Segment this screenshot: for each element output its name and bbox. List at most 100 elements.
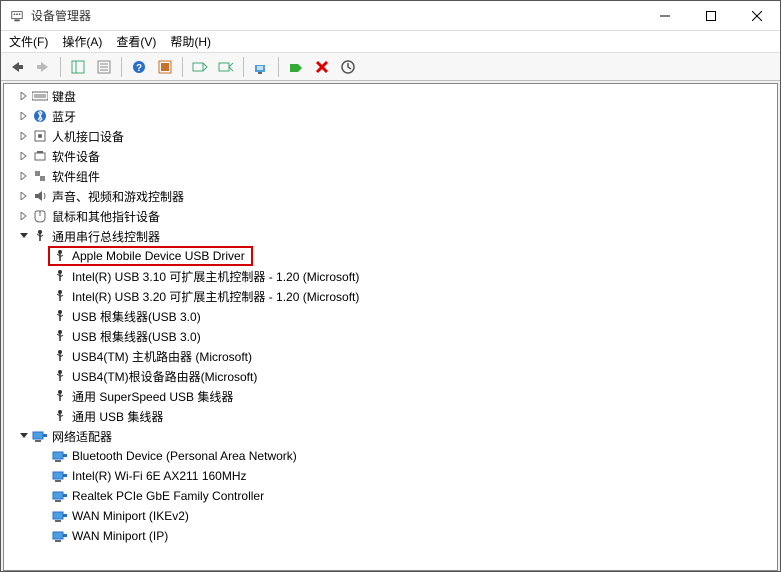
tree-label: USB4(TM) 主机路由器 (Microsoft) [72,348,252,365]
toolbar-separator [243,57,244,77]
update-driver-button[interactable] [249,55,273,79]
maximize-button[interactable] [688,1,734,31]
bluetooth-icon [32,108,48,124]
network-adapter-icon [52,488,68,504]
tree-item-intel-usb310[interactable]: Intel(R) USB 3.10 可扩展主机控制器 - 1.20 (Micro… [24,266,777,286]
tree-category-software-components[interactable]: 软件组件 [4,166,777,186]
tree-category-usb-controllers[interactable]: 通用串行总线控制器 [4,226,777,246]
usb-icon [52,368,68,384]
enable-device-button[interactable] [284,55,308,79]
tree-label: 键盘 [52,88,76,105]
tree-item-superspeed-hub[interactable]: 通用 SuperSpeed USB 集线器 [24,386,777,406]
tree-item-usb4-host[interactable]: USB4(TM) 主机路由器 (Microsoft) [24,346,777,366]
usb-icon [52,248,68,264]
window-controls [642,1,780,31]
scan-changes-button[interactable] [336,55,360,79]
tree-item-generic-usb-hub[interactable]: 通用 USB 集线器 [24,406,777,426]
toolbar-separator [121,57,122,77]
menubar: 文件(F) 操作(A) 查看(V) 帮助(H) [1,31,780,53]
toolbar-separator [60,57,61,77]
tree-category-software-devices[interactable]: 软件设备 [4,146,777,166]
tree-label: Intel(R) Wi-Fi 6E AX211 160MHz [72,469,247,483]
keyboard-icon [32,88,48,104]
action-button[interactable] [153,55,177,79]
tree-category-keyboard[interactable]: 键盘 [4,86,777,106]
tree-label: Intel(R) USB 3.10 可扩展主机控制器 - 1.20 (Micro… [72,268,359,285]
highlighted-device: Apple Mobile Device USB Driver [48,246,253,266]
chevron-right-icon[interactable] [18,150,30,162]
network-adapter-icon [52,448,68,464]
network-adapter-icon [32,428,48,444]
tree-label: 通用 USB 集线器 [72,408,163,425]
device-manager-icon [9,8,25,24]
tree-category-hid[interactable]: 人机接口设备 [4,126,777,146]
menu-file[interactable]: 文件(F) [9,33,48,50]
show-hide-tree-button[interactable] [66,55,90,79]
usb-icon [52,408,68,424]
tree-item-wan-ip[interactable]: WAN Miniport (IP) [24,526,777,546]
help-button[interactable]: ? [127,55,151,79]
tree-label: 人机接口设备 [52,128,124,145]
minimize-button[interactable] [642,1,688,31]
chevron-right-icon[interactable] [18,210,30,222]
tree-label: 声音、视频和游戏控制器 [52,188,184,205]
chevron-right-icon[interactable] [18,130,30,142]
menu-help[interactable]: 帮助(H) [170,33,211,50]
tree-item-bluetooth-pan[interactable]: Bluetooth Device (Personal Area Network) [24,446,777,466]
tree-label: USB4(TM)根设备路由器(Microsoft) [72,368,257,385]
properties-button[interactable] [92,55,116,79]
device-tree-panel[interactable]: 键盘 蓝牙 人机接口设备 软件设备 软件组件 [3,83,778,571]
tree-item-usb4-root[interactable]: USB4(TM)根设备路由器(Microsoft) [24,366,777,386]
tree-item-intel-wifi[interactable]: Intel(R) Wi-Fi 6E AX211 160MHz [24,466,777,486]
chevron-right-icon[interactable] [18,90,30,102]
hid-icon [32,128,48,144]
tree-category-network-adapters[interactable]: 网络适配器 [4,426,777,446]
tree-label: Apple Mobile Device USB Driver [72,249,245,263]
tree-item-usb-root-hub-2[interactable]: USB 根集线器(USB 3.0) [24,326,777,346]
tree-item-realtek-gbe[interactable]: Realtek PCIe GbE Family Controller [24,486,777,506]
tree-item-wan-ikev2[interactable]: WAN Miniport (IKEv2) [24,506,777,526]
tree-label: WAN Miniport (IP) [72,529,168,543]
tree-label: 通用串行总线控制器 [52,228,160,245]
tree-category-sound[interactable]: 声音、视频和游戏控制器 [4,186,777,206]
software-device-icon [32,148,48,164]
network-adapter-icon [52,508,68,524]
forward-button[interactable] [31,55,55,79]
back-button[interactable] [5,55,29,79]
usb-icon [52,308,68,324]
chevron-right-icon[interactable] [18,170,30,182]
tree-label: 鼠标和其他指针设备 [52,208,160,225]
menu-view[interactable]: 查看(V) [116,33,156,50]
titlebar: 设备管理器 [1,1,780,31]
tree-label: Realtek PCIe GbE Family Controller [72,489,264,503]
svg-text:?: ? [136,63,142,74]
mouse-icon [32,208,48,224]
chevron-right-icon[interactable] [18,190,30,202]
tree-item-intel-usb320[interactable]: Intel(R) USB 3.20 可扩展主机控制器 - 1.20 (Micro… [24,286,777,306]
menu-action[interactable]: 操作(A) [62,33,102,50]
tree-category-bluetooth[interactable]: 蓝牙 [4,106,777,126]
chevron-down-icon[interactable] [18,430,30,442]
chevron-down-icon[interactable] [18,230,30,242]
usb-icon [52,268,68,284]
usb-icon [52,388,68,404]
tree-label: Intel(R) USB 3.20 可扩展主机控制器 - 1.20 (Micro… [72,288,359,305]
usb-icon [52,328,68,344]
tree-label: 通用 SuperSpeed USB 集线器 [72,388,233,405]
tree-category-mouse[interactable]: 鼠标和其他指针设备 [4,206,777,226]
toolbar-separator [182,57,183,77]
scan-hardware-button[interactable] [188,55,212,79]
tree-item-usb-root-hub-1[interactable]: USB 根集线器(USB 3.0) [24,306,777,326]
software-component-icon [32,168,48,184]
network-adapter-icon [52,528,68,544]
tree-item-apple-usb-driver[interactable]: Apple Mobile Device USB Driver [24,246,777,266]
toolbar-separator [278,57,279,77]
close-button[interactable] [734,1,780,31]
chevron-right-icon[interactable] [18,110,30,122]
uninstall-device-button[interactable] [310,55,334,79]
toolbar: ? [1,53,780,81]
tree-label: USB 根集线器(USB 3.0) [72,308,201,325]
add-legacy-button[interactable] [214,55,238,79]
window-title: 设备管理器 [31,7,91,24]
tree-label: 蓝牙 [52,108,76,125]
